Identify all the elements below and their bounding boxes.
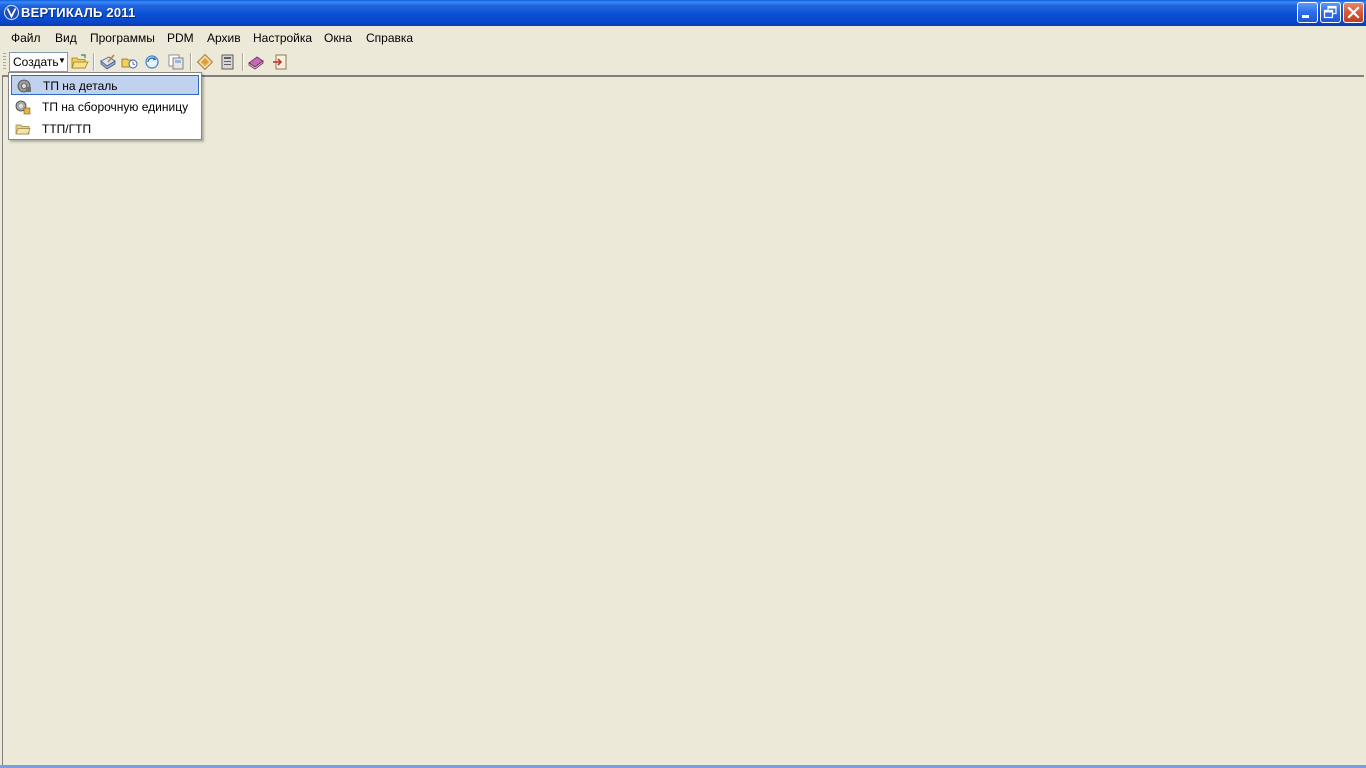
mdi-workspace[interactable]	[2, 75, 1364, 765]
dropdown-item-part-tp[interactable]: ТП на деталь	[11, 75, 199, 95]
dropdown-item-label: ТП на деталь	[43, 79, 118, 93]
toolbar-grip[interactable]	[3, 53, 6, 71]
dropdown-item-label: ТТП/ГТП	[42, 122, 92, 136]
open-folder-icon[interactable]	[71, 53, 89, 71]
open-archive-icon[interactable]	[121, 53, 139, 71]
edit-document-icon[interactable]	[99, 53, 117, 71]
book-icon[interactable]	[219, 53, 237, 71]
menu-bar: Файл Вид Программы PDM Архив Настройка О…	[0, 27, 1366, 49]
notebook-icon[interactable]	[247, 53, 265, 71]
title-bar[interactable]: ВЕРТИКАЛЬ 2011	[0, 0, 1366, 26]
minimize-icon	[1302, 15, 1309, 18]
menu-help[interactable]: Справка	[366, 31, 413, 45]
menu-programs[interactable]: Программы	[90, 31, 155, 45]
vertical-logo-icon	[4, 5, 19, 20]
create-button-label: Создать	[13, 55, 59, 69]
dropdown-item-label: ТП на сборочную единицу	[42, 100, 189, 114]
part-icon	[17, 79, 31, 93]
close-icon	[1347, 6, 1360, 19]
assembly-icon	[15, 100, 31, 115]
refresh-icon[interactable]	[143, 53, 161, 71]
window-title: ВЕРТИКАЛЬ 2011	[21, 5, 136, 20]
application-window: ВЕРТИКАЛЬ 2011 Файл Вид Программы PDM Ар…	[0, 0, 1366, 768]
menu-view[interactable]: Вид	[55, 31, 77, 45]
dropdown-item-ttp-gtp[interactable]: ТТП/ГТП	[11, 119, 199, 139]
toolbar-separator	[190, 53, 192, 71]
restore-button[interactable]	[1320, 2, 1341, 23]
menu-pdm[interactable]: PDM	[167, 31, 194, 45]
menu-file[interactable]: Файл	[11, 31, 41, 45]
toolbar-separator	[93, 53, 95, 71]
minimize-button[interactable]	[1297, 2, 1318, 23]
restore-icon	[1323, 5, 1337, 19]
menu-archive[interactable]: Архив	[207, 31, 241, 45]
create-dropdown-menu: ТП на деталь ТП на сборочную единицу ТТП…	[8, 72, 202, 140]
folder-icon	[15, 124, 31, 135]
save-icon[interactable]	[167, 53, 185, 71]
chevron-down-icon: ▼	[58, 56, 66, 65]
close-button[interactable]	[1343, 2, 1364, 23]
toolbar-separator	[242, 53, 244, 71]
dropdown-item-assembly-tp[interactable]: ТП на сборочную единицу	[11, 97, 199, 117]
toolbar: Создать ▼	[0, 49, 1366, 75]
diamond-icon[interactable]	[196, 53, 214, 71]
exit-icon[interactable]	[271, 53, 289, 71]
create-dropdown-button[interactable]: Создать ▼	[9, 52, 68, 72]
menu-settings[interactable]: Настройка	[253, 31, 312, 45]
menu-windows[interactable]: Окна	[324, 31, 352, 45]
